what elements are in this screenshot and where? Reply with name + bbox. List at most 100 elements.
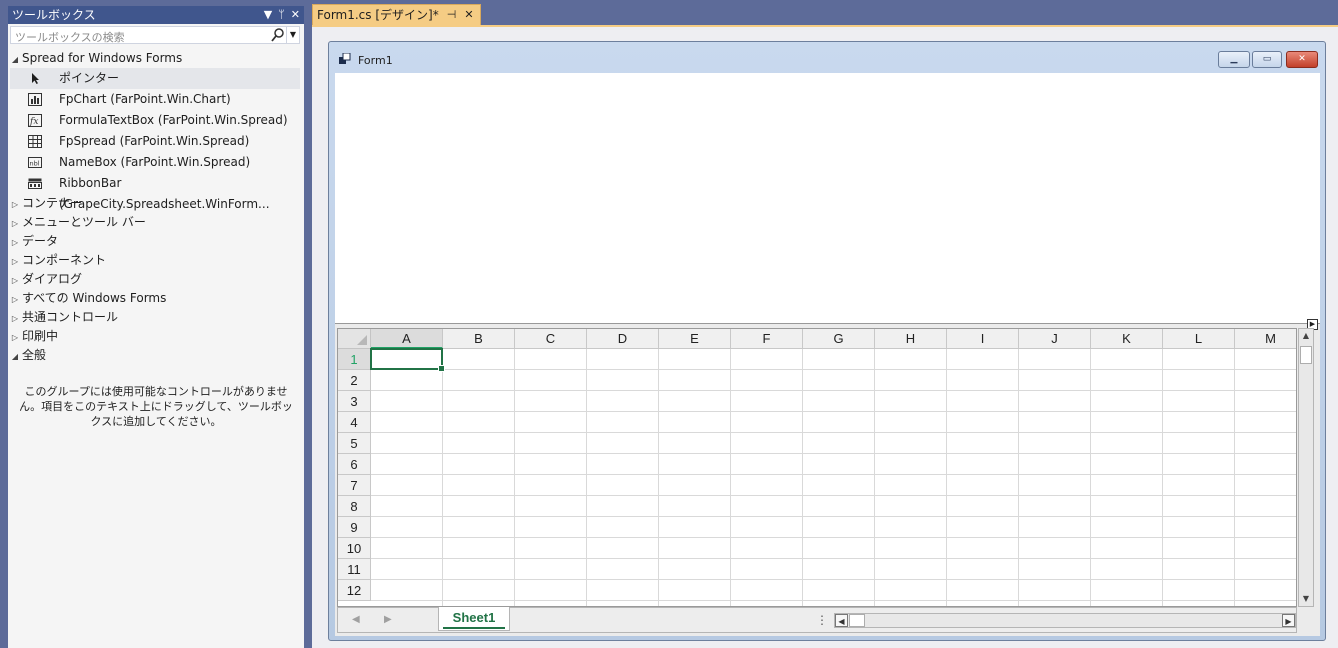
svg-text:fx: fx bbox=[29, 117, 38, 127]
form-icon bbox=[339, 52, 351, 65]
pin-icon[interactable]: ᛘ bbox=[278, 6, 285, 24]
tab-splitter-handle[interactable]: ⋮ bbox=[816, 613, 828, 627]
row-header[interactable]: 4 bbox=[338, 412, 371, 433]
group-label: コンテナー bbox=[22, 196, 83, 210]
group-containers[interactable]: ▷ コンテナー bbox=[8, 194, 82, 213]
search-options-dropdown-icon[interactable]: ▼ bbox=[286, 27, 299, 43]
group-label: データ bbox=[22, 234, 59, 248]
group-components[interactable]: ▷ コンポーネント bbox=[8, 251, 106, 270]
group-label: 印刷中 bbox=[22, 329, 59, 343]
row-header[interactable]: 8 bbox=[338, 496, 371, 517]
toolbox-item-pointer[interactable]: ポインター bbox=[10, 68, 300, 89]
group-menus-toolbars[interactable]: ▷ メニューとツール バー bbox=[8, 213, 146, 232]
column-header[interactable]: K bbox=[1091, 329, 1163, 349]
item-label: NameBox (FarPoint.Win.Spread) bbox=[59, 155, 251, 169]
scroll-up-icon[interactable]: ▲ bbox=[1299, 329, 1313, 343]
group-label: Spread for Windows Forms bbox=[22, 51, 183, 65]
row-header[interactable]: 10 bbox=[338, 538, 371, 559]
pin-tab-icon[interactable]: ⊣ bbox=[447, 5, 457, 25]
toolbox-item-ribbonbar[interactable]: RibbonBar (GrapeCity.Spreadsheet.WinForm… bbox=[10, 173, 300, 211]
formula-icon: fx bbox=[28, 114, 42, 127]
scroll-right-icon[interactable]: ▶ bbox=[1282, 614, 1295, 627]
toolbox-panel: ツールボックス ▼ ᛘ ✕ ツールボックスの検索 ▼ ◢ Spread for W… bbox=[8, 6, 304, 648]
toolbox-item-fpchart[interactable]: FpChart (FarPoint.Win.Chart) bbox=[10, 89, 300, 110]
active-cell-a1[interactable] bbox=[370, 348, 445, 372]
row-header[interactable]: 3 bbox=[338, 391, 371, 412]
toolbox-item-formulatextbox[interactable]: fx FormulaTextBox (FarPoint.Win.Spread) bbox=[10, 110, 300, 131]
fpspread-control[interactable]: ▶ ABCDEFGHIJKLM 1 2 3 4 5 6 7 8 9 10 11 12 ▲ ▼ ◀ ▶ … bbox=[335, 319, 1320, 636]
column-header[interactable]: J bbox=[1019, 329, 1091, 349]
close-tab-icon[interactable]: ✕ bbox=[464, 5, 473, 25]
window-position-dropdown-icon[interactable]: ▼ bbox=[264, 6, 272, 24]
search-icon[interactable] bbox=[271, 27, 285, 43]
item-label: ポインター bbox=[59, 71, 120, 85]
document-tab-form1-design[interactable]: Form1.cs [デザイン]* ⊣ ✕ bbox=[312, 4, 481, 25]
toolbox-title-bar: ツールボックス ▼ ᛘ ✕ bbox=[8, 6, 304, 24]
scroll-down-icon[interactable]: ▼ bbox=[1299, 592, 1313, 606]
group-label: コンポーネント bbox=[22, 253, 107, 267]
horizontal-scroll-thumb[interactable] bbox=[849, 614, 865, 627]
column-header[interactable]: E bbox=[659, 329, 731, 349]
row-header[interactable]: 9 bbox=[338, 517, 371, 538]
vertical-scrollbar[interactable]: ▲ ▼ bbox=[1298, 328, 1314, 607]
tab-label: Form1.cs [デザイン]* bbox=[317, 8, 439, 22]
close-button[interactable]: ✕ bbox=[1286, 51, 1318, 68]
group-data[interactable]: ▷ データ bbox=[8, 232, 58, 251]
pointer-icon bbox=[28, 72, 42, 85]
toolbox-search-input[interactable]: ツールボックスの検索 ▼ bbox=[10, 26, 300, 44]
form-client-area[interactable]: ▶ ABCDEFGHIJKLM 1 2 3 4 5 6 7 8 9 10 11 12 ▲ ▼ ◀ ▶ … bbox=[335, 73, 1320, 636]
sheet-tab-sheet1[interactable]: Sheet1 bbox=[438, 607, 510, 631]
column-header[interactable]: I bbox=[947, 329, 1019, 349]
column-header[interactable]: G bbox=[803, 329, 875, 349]
spreadsheet-grid[interactable]: ABCDEFGHIJKLM 1 2 3 4 5 6 7 8 9 10 11 12 bbox=[337, 328, 1297, 607]
minimize-button[interactable]: ▁ bbox=[1218, 51, 1250, 68]
maximize-button[interactable]: ▭ bbox=[1252, 51, 1282, 68]
collapsed-triangle-icon: ▷ bbox=[11, 276, 19, 285]
group-general[interactable]: ◢ 全般 bbox=[8, 346, 46, 365]
row-header[interactable]: 5 bbox=[338, 433, 371, 454]
item-label: FpChart (FarPoint.Win.Chart) bbox=[59, 92, 231, 106]
group-label: すべての Windows Forms bbox=[22, 291, 167, 305]
column-header[interactable]: H bbox=[875, 329, 947, 349]
row-header[interactable]: 11 bbox=[338, 559, 371, 580]
row-header[interactable]: 1 bbox=[338, 349, 371, 370]
form-window[interactable]: Form1 ▁ ▭ ✕ ▶ ABCDEFGHIJKLM 1 2 3 4 5 6 7 8 9 10 1… bbox=[328, 41, 1326, 641]
vertical-scroll-thumb[interactable] bbox=[1300, 346, 1312, 364]
column-header[interactable]: L bbox=[1163, 329, 1235, 349]
row-header[interactable]: 12 bbox=[338, 580, 371, 601]
group-label: メニューとツール バー bbox=[22, 215, 146, 229]
chart-icon bbox=[28, 93, 42, 106]
column-header[interactable]: F bbox=[731, 329, 803, 349]
toolbox-title: ツールボックス bbox=[12, 8, 96, 22]
column-header[interactable]: C bbox=[515, 329, 587, 349]
row-header[interactable]: 6 bbox=[338, 454, 371, 475]
group-common-controls[interactable]: ▷ 共通コントロール bbox=[8, 308, 118, 327]
group-spread-for-windows-forms[interactable]: ◢ Spread for Windows Forms bbox=[8, 49, 182, 68]
sheet-tab-strip: ◀ ▶ Sheet1 ⋮ ◀ ▶ bbox=[337, 607, 1297, 633]
grid-icon bbox=[28, 135, 42, 148]
horizontal-scrollbar[interactable]: ◀ ▶ bbox=[834, 613, 1296, 628]
search-placeholder: ツールボックスの検索 bbox=[15, 31, 125, 44]
item-label: RibbonBar (GrapeCity.Spreadsheet.WinForm… bbox=[59, 176, 270, 211]
collapsed-triangle-icon: ▷ bbox=[11, 333, 19, 342]
scroll-left-icon[interactable]: ◀ bbox=[835, 614, 848, 627]
column-header[interactable]: D bbox=[587, 329, 659, 349]
row-header[interactable]: 2 bbox=[338, 370, 371, 391]
ribbon-icon bbox=[28, 177, 42, 190]
row-header[interactable]: 7 bbox=[338, 475, 371, 496]
column-header[interactable]: M bbox=[1235, 329, 1296, 349]
next-sheet-icon[interactable]: ▶ bbox=[384, 614, 392, 625]
cell-area[interactable] bbox=[371, 349, 1296, 606]
close-icon[interactable]: ✕ bbox=[291, 6, 300, 24]
toolbox-item-namebox[interactable]: nbl NameBox (FarPoint.Win.Spread) bbox=[10, 152, 300, 173]
prev-sheet-icon[interactable]: ◀ bbox=[352, 614, 360, 625]
group-label: 共通コントロール bbox=[22, 310, 119, 324]
select-all-corner[interactable] bbox=[338, 329, 371, 349]
group-dialogs[interactable]: ▷ ダイアログ bbox=[8, 270, 82, 289]
collapsed-triangle-icon: ▷ bbox=[11, 200, 19, 209]
group-all-windows-forms[interactable]: ▷ すべての Windows Forms bbox=[8, 289, 166, 308]
column-header[interactable]: A bbox=[371, 329, 443, 349]
group-printing[interactable]: ▷ 印刷中 bbox=[8, 327, 58, 346]
column-header[interactable]: B bbox=[443, 329, 515, 349]
toolbox-item-fpspread[interactable]: FpSpread (FarPoint.Win.Spread) bbox=[10, 131, 300, 152]
